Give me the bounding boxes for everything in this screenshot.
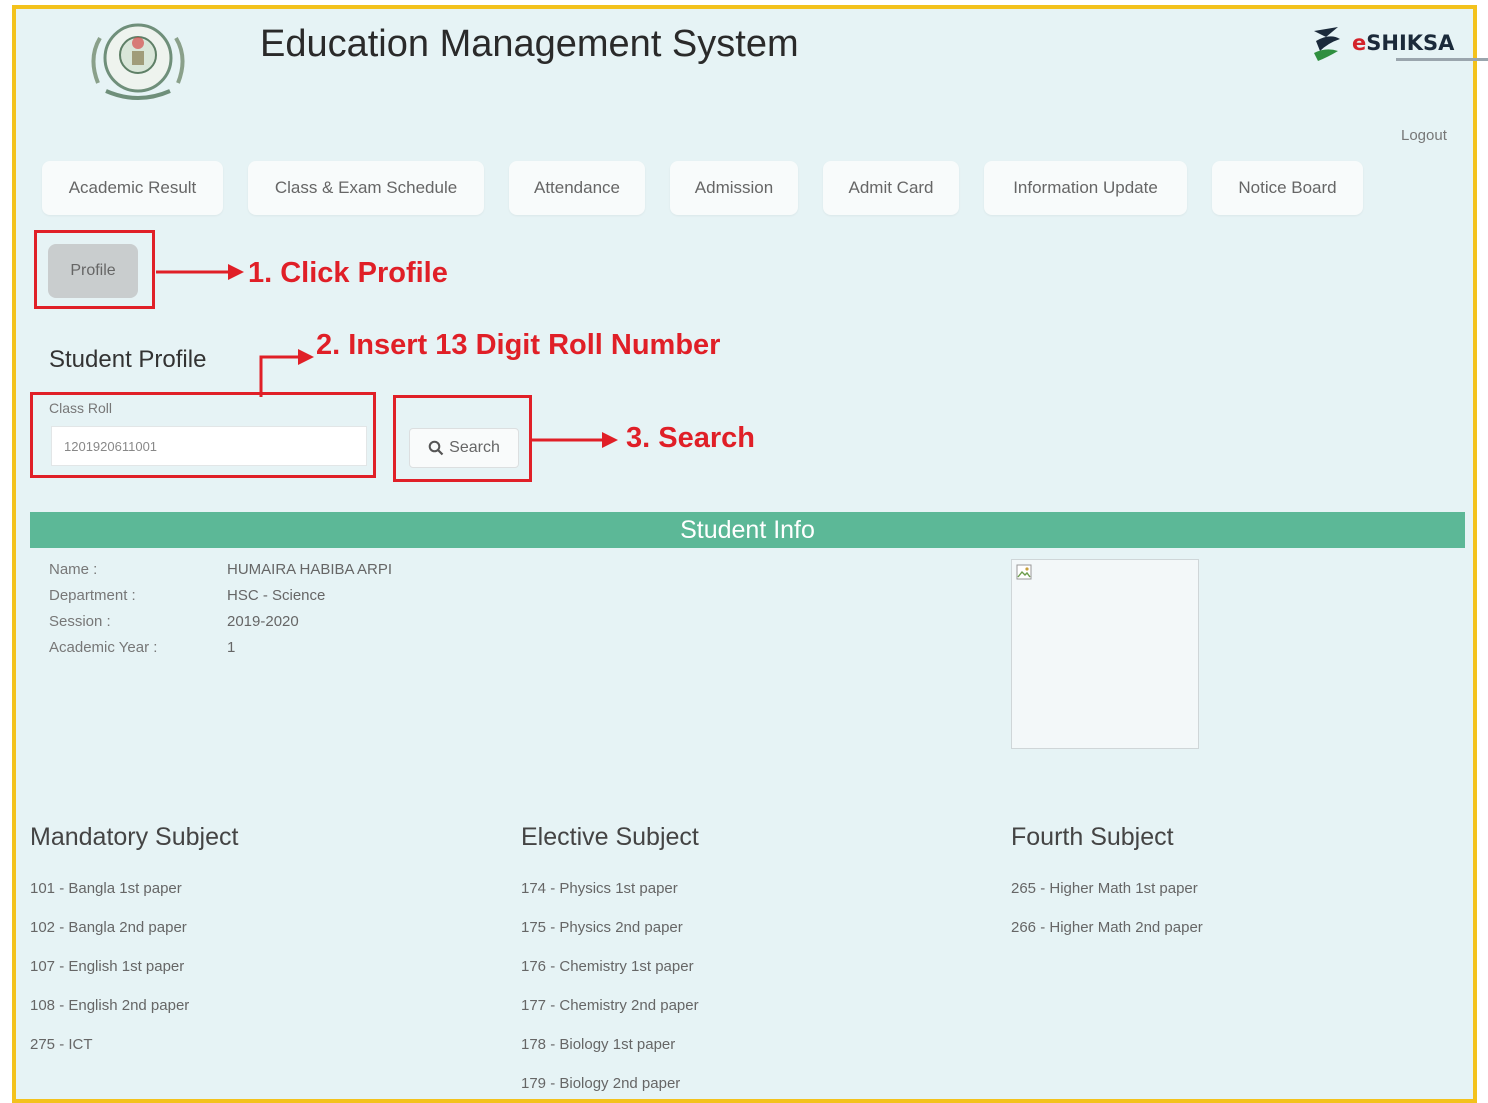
list-item: 178 - Biology 1st paper bbox=[521, 1036, 676, 1053]
list-item: 177 - Chemistry 2nd paper bbox=[521, 997, 699, 1014]
annotation-arrow-1 bbox=[156, 264, 244, 280]
eshiksa-logo: eSHIKSA bbox=[1308, 23, 1488, 63]
brand-name: eSHIKSA bbox=[1352, 31, 1455, 55]
nav-admission[interactable]: Admission bbox=[670, 161, 798, 215]
list-item: 107 - English 1st paper bbox=[30, 958, 185, 975]
annotation-box-search bbox=[393, 395, 532, 482]
student-photo bbox=[1011, 559, 1199, 749]
broken-image-icon bbox=[1016, 564, 1032, 580]
nav-information-update[interactable]: Information Update bbox=[984, 161, 1187, 215]
annotation-step-1: 1. Click Profile bbox=[248, 257, 448, 289]
list-item: 265 - Higher Math 1st paper bbox=[1011, 880, 1198, 897]
list-item: 174 - Physics 1st paper bbox=[521, 880, 678, 897]
student-profile-title: Student Profile bbox=[49, 346, 207, 373]
session-label: Session : bbox=[49, 613, 111, 630]
name-label: Name : bbox=[49, 561, 98, 578]
main-nav: Academic Result Class & Exam Schedule At… bbox=[42, 161, 1388, 215]
list-item: 102 - Bangla 2nd paper bbox=[30, 919, 187, 936]
department-label: Department : bbox=[49, 587, 136, 604]
session-value: 2019-2020 bbox=[227, 613, 299, 630]
annotation-box-class-roll bbox=[30, 392, 376, 478]
list-item: 275 - ICT bbox=[30, 1036, 93, 1053]
department-value: HSC - Science bbox=[227, 587, 326, 604]
list-item: 179 - Biology 2nd paper bbox=[521, 1075, 681, 1092]
fourth-subject-list: 265 - Higher Math 1st paper 266 - Higher… bbox=[1011, 869, 1203, 947]
nav-academic-result[interactable]: Academic Result bbox=[42, 161, 223, 215]
academic-year-label: Academic Year : bbox=[49, 639, 158, 656]
eshiksa-mark-icon bbox=[1314, 27, 1340, 61]
annotation-step-3: 3. Search bbox=[626, 422, 755, 454]
annotation-arrow-2 bbox=[259, 349, 314, 397]
elective-subject-list: 174 - Physics 1st paper 175 - Physics 2n… bbox=[521, 869, 699, 1103]
student-info-header: Student Info bbox=[30, 512, 1465, 548]
list-item: 101 - Bangla 1st paper bbox=[30, 880, 182, 897]
institution-crest-icon bbox=[91, 23, 185, 100]
mandatory-subject-title: Mandatory Subject bbox=[30, 823, 239, 851]
nav-attendance[interactable]: Attendance bbox=[509, 161, 645, 215]
list-item: 108 - English 2nd paper bbox=[30, 997, 190, 1014]
elective-subject-title: Elective Subject bbox=[521, 823, 699, 851]
nav-admit-card[interactable]: Admit Card bbox=[823, 161, 959, 215]
nav-notice-board[interactable]: Notice Board bbox=[1212, 161, 1363, 215]
list-item: 266 - Higher Math 2nd paper bbox=[1011, 919, 1203, 936]
annotation-step-2: 2. Insert 13 Digit Roll Number bbox=[316, 329, 721, 361]
nav-class-exam-schedule[interactable]: Class & Exam Schedule bbox=[248, 161, 484, 215]
academic-year-value: 1 bbox=[227, 639, 236, 656]
fourth-subject-title: Fourth Subject bbox=[1011, 823, 1174, 851]
list-item: 176 - Chemistry 1st paper bbox=[521, 958, 694, 975]
app-title: Education Management System bbox=[260, 23, 799, 65]
name-value: HUMAIRA HABIBA ARPI bbox=[227, 561, 393, 578]
annotation-arrow-3 bbox=[530, 432, 618, 448]
list-item: 175 - Physics 2nd paper bbox=[521, 919, 683, 936]
annotation-box-profile bbox=[34, 230, 155, 309]
logout-link[interactable]: Logout bbox=[1401, 127, 1447, 144]
mandatory-subject-list: 101 - Bangla 1st paper 102 - Bangla 2nd … bbox=[30, 869, 189, 1064]
brand-tagline bbox=[1396, 58, 1488, 61]
page-frame: Education Management System eSHIKSA Logo… bbox=[12, 5, 1488, 1103]
